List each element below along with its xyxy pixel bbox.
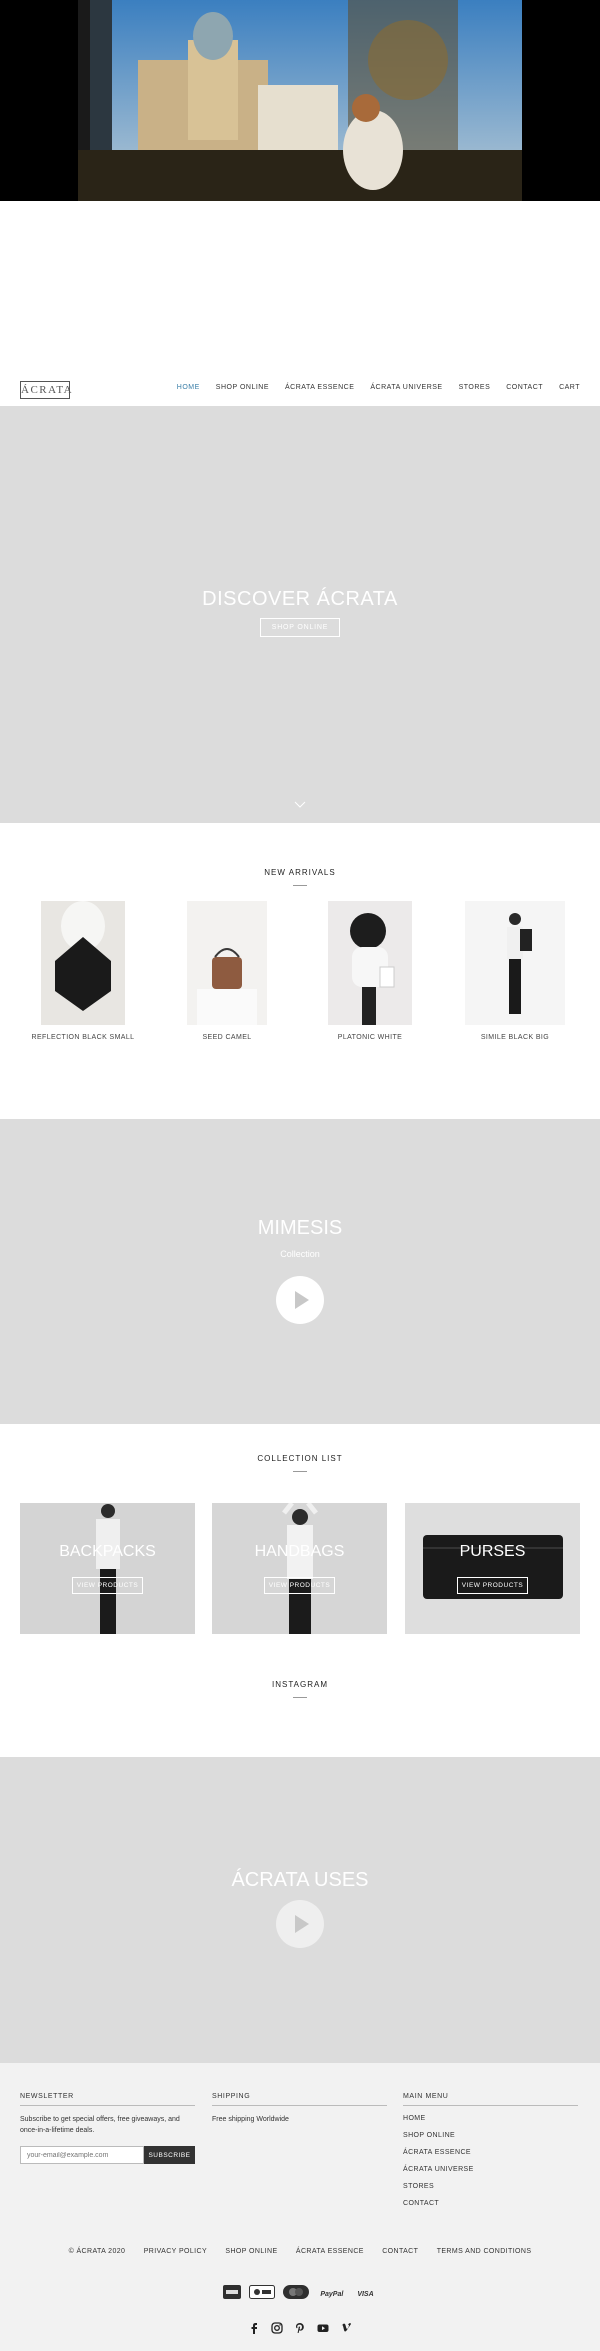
- nav-home[interactable]: HOME: [177, 384, 200, 391]
- menu-item-home[interactable]: HOME: [403, 2110, 578, 2127]
- link-contact[interactable]: CONTACT: [382, 2248, 418, 2255]
- divider: [293, 1697, 307, 1698]
- nav-acrata-essence[interactable]: ÁCRATA ESSENCE: [285, 384, 354, 391]
- pinterest-icon[interactable]: [294, 2321, 306, 2333]
- product-card[interactable]: SIMILE BLACK BIG: [440, 901, 590, 1041]
- collection-title: HANDBAGS: [254, 1543, 345, 1560]
- youtube-icon[interactable]: [317, 2321, 329, 2333]
- menu-item-acrata-universe[interactable]: ÁCRATA UNIVERSE: [403, 2161, 578, 2178]
- product-name[interactable]: PLATONIC WHITE: [295, 1034, 445, 1041]
- new-arrivals-section: NEW ARRIVALS REFLECTION BLACK SMALL SEED…: [0, 823, 600, 1119]
- nav-acrata-universe[interactable]: ÁCRATA UNIVERSE: [370, 384, 442, 391]
- vimeo-icon[interactable]: [340, 2321, 352, 2333]
- social-links: [0, 2321, 600, 2334]
- visa-icon: VISA: [357, 2290, 374, 2298]
- hero-photo: [0, 0, 600, 201]
- footer: NEWSLETTER Subscribe to get special offe…: [0, 2063, 600, 2351]
- menu-item-contact[interactable]: CONTACT: [403, 2195, 578, 2212]
- menu-item-acrata-essence[interactable]: ÁCRATA ESSENCE: [403, 2144, 578, 2161]
- collection-title: PURSES: [459, 1543, 526, 1560]
- play-icon[interactable]: [276, 1276, 324, 1324]
- product-image[interactable]: [187, 901, 267, 1025]
- site-header: ÁCRATA HOME SHOP ONLINE ÁCRATA ESSENCE Á…: [0, 374, 600, 406]
- collection-handbags[interactable]: HANDBAGS VIEW PRODUCTS: [212, 1503, 387, 1634]
- mimesis-title: MIMESIS: [257, 1217, 343, 1239]
- view-products-button[interactable]: VIEW PRODUCTS: [457, 1577, 528, 1594]
- menu-item-stores[interactable]: STORES: [403, 2178, 578, 2195]
- product-card[interactable]: SEED CAMEL: [152, 901, 302, 1041]
- play-icon[interactable]: [276, 1900, 324, 1948]
- link-acrata-essence[interactable]: ÁCRATA ESSENCE: [296, 2248, 364, 2255]
- logo[interactable]: ÁCRATA: [20, 381, 72, 399]
- discover-title: DISCOVER ÁCRATA: [202, 588, 398, 610]
- nav-shop-online[interactable]: SHOP ONLINE: [216, 384, 269, 391]
- main-menu-list: HOME SHOP ONLINE ÁCRATA ESSENCE ÁCRATA U…: [403, 2110, 578, 2212]
- collection-list-section: COLLECTION LIST BACKPACKS VIEW PRODUCTS …: [0, 1424, 600, 1757]
- product-name[interactable]: REFLECTION BLACK SMALL: [8, 1034, 158, 1041]
- instagram-icon[interactable]: [271, 2321, 283, 2334]
- shipping-text: Free shipping Worldwide: [212, 2116, 289, 2123]
- discover-banner: DISCOVER ÁCRATA SHOP ONLINE: [0, 406, 600, 823]
- newsletter-form: SUBSCRIBE: [20, 2146, 195, 2164]
- uses-video-section: ÁCRATA USES: [0, 1757, 600, 2063]
- newsletter-heading: NEWSLETTER: [20, 2093, 195, 2106]
- shipping-column: SHIPPING Free shipping Worldwide: [212, 2093, 387, 2125]
- newsletter-text: Subscribe to get special offers, free gi…: [20, 2116, 180, 2134]
- product-card[interactable]: REFLECTION BLACK SMALL: [8, 901, 158, 1041]
- nav-cart[interactable]: CART: [559, 384, 580, 391]
- uses-title: ÁCRATA USES: [231, 1869, 369, 1891]
- collection-list-title: COLLECTION LIST: [257, 1454, 343, 1463]
- menu-item-shop-online[interactable]: SHOP ONLINE: [403, 2127, 578, 2144]
- collection-purses[interactable]: PURSES VIEW PRODUCTS: [405, 1503, 580, 1634]
- email-field[interactable]: [20, 2146, 144, 2164]
- mastercard-icon: [283, 2285, 310, 2304]
- collection-title: BACKPACKS: [59, 1543, 156, 1560]
- nav-stores[interactable]: STORES: [459, 384, 491, 391]
- main-menu-heading: MAIN MENU: [403, 2093, 578, 2106]
- divider: [293, 885, 307, 886]
- mimesis-subtitle: Collection: [280, 1249, 320, 1259]
- american-express-icon: [223, 2285, 242, 2304]
- divider: [293, 1471, 307, 1472]
- view-products-button[interactable]: VIEW PRODUCTS: [264, 1577, 335, 1594]
- nav-contact[interactable]: CONTACT: [506, 384, 543, 391]
- product-card[interactable]: PLATONIC WHITE: [295, 901, 445, 1041]
- new-arrivals-title: NEW ARRIVALS: [264, 868, 336, 877]
- collection-backpacks[interactable]: BACKPACKS VIEW PRODUCTS: [20, 1503, 195, 1634]
- footer-links: © ÁCRATA 2020 PRIVACY POLICY SHOP ONLINE…: [0, 2248, 600, 2255]
- product-name[interactable]: SIMILE BLACK BIG: [440, 1034, 590, 1041]
- view-products-button[interactable]: VIEW PRODUCTS: [72, 1577, 143, 1594]
- product-image[interactable]: [328, 901, 412, 1025]
- link-privacy-policy[interactable]: PRIVACY POLICY: [144, 2248, 207, 2255]
- instagram-title: INSTAGRAM: [272, 1680, 328, 1689]
- link-shop-online[interactable]: SHOP ONLINE: [225, 2248, 277, 2255]
- mimesis-video-section: MIMESIS Collection: [0, 1119, 600, 1424]
- product-name[interactable]: SEED CAMEL: [152, 1034, 302, 1041]
- main-menu-column: MAIN MENU HOME SHOP ONLINE ÁCRATA ESSENC…: [403, 2093, 578, 2212]
- product-image[interactable]: [41, 901, 125, 1025]
- copyright: © ÁCRATA 2020: [68, 2248, 126, 2255]
- shipping-heading: SHIPPING: [212, 2093, 387, 2106]
- link-terms[interactable]: TERMS AND CONDITIONS: [437, 2248, 532, 2255]
- chevron-down-icon[interactable]: [294, 799, 306, 811]
- subscribe-button[interactable]: SUBSCRIBE: [144, 2146, 195, 2164]
- hero-image: [78, 0, 522, 201]
- apple-pay-icon: [249, 2285, 276, 2304]
- newsletter-column: NEWSLETTER Subscribe to get special offe…: [20, 2093, 195, 2164]
- shop-online-button[interactable]: SHOP ONLINE: [260, 618, 340, 637]
- payment-icons: PayPal VISA: [0, 2285, 600, 2304]
- paypal-icon: PayPal: [320, 2290, 344, 2298]
- facebook-icon[interactable]: [248, 2321, 260, 2334]
- main-nav: HOME SHOP ONLINE ÁCRATA ESSENCE ÁCRATA U…: [177, 384, 580, 391]
- product-image[interactable]: [465, 901, 565, 1025]
